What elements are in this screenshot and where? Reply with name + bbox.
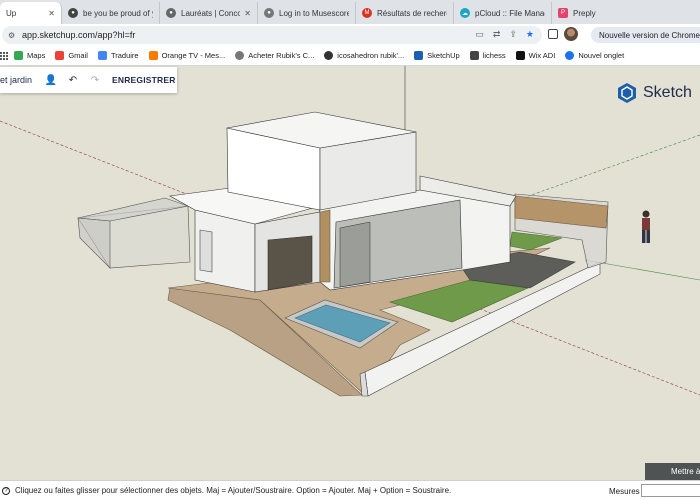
bookmark-label: Maps: [27, 51, 46, 60]
url-field[interactable]: ⚙ app.sketchup.com/app?hl=fr ▭ ⇄ ⇪ ★: [2, 26, 542, 44]
user-add-icon[interactable]: 👤: [40, 75, 62, 86]
share-icon[interactable]: ⇪: [509, 29, 517, 40]
pcloud-icon: ☁: [460, 8, 470, 18]
url-text: app.sketchup.com/app?hl=fr: [22, 30, 136, 40]
site-icon: ●: [166, 8, 176, 18]
bookmark-label: Wix ADI: [528, 51, 556, 60]
tab-be-you[interactable]: ● be you be proud of y: [62, 2, 160, 24]
model-title[interactable]: et jardin: [0, 75, 40, 85]
address-bar: ⚙ app.sketchup.com/app?hl=fr ▭ ⇄ ⇪ ★ Nou…: [0, 24, 700, 46]
help-icon[interactable]: ?: [2, 486, 10, 495]
bookmark-label: lichess: [482, 51, 506, 60]
undo-icon[interactable]: ↶: [62, 75, 84, 86]
translate-icon: [97, 51, 107, 60]
bookmark-label: Gmail: [68, 51, 88, 60]
bookmark-label: Nouvel onglet: [578, 51, 625, 60]
bookmark-traduire[interactable]: Traduire: [97, 51, 139, 60]
bookmark-lichess[interactable]: lichess: [469, 51, 506, 60]
bookmark-label: icosahedron rubik'...: [337, 51, 405, 60]
tab-laureats[interactable]: ● Lauréats | Concours ✕: [160, 2, 258, 24]
logo-text: Sketch: [643, 84, 692, 101]
tab-label: pCloud :: File Manag: [475, 8, 545, 18]
house-upper-floor[interactable]: [226, 111, 417, 211]
bookmark-sketchup[interactable]: SketchUp: [414, 51, 460, 60]
measures-input[interactable]: [641, 484, 700, 497]
maps-icon: [14, 51, 23, 60]
bookmark-label: Orange TV - Mes...: [161, 51, 226, 60]
tab-label: Up: [6, 8, 17, 18]
tab-label: be you be proud of y: [83, 8, 153, 18]
gmail-icon: [55, 51, 65, 60]
tab-label: Lauréats | Concours: [181, 8, 240, 18]
model-canvas[interactable]: [0, 66, 700, 480]
sketchup-logo-icon: [618, 83, 636, 103]
musescore-icon: ●: [264, 8, 274, 18]
bookmark-label: Acheter Rubik's C...: [248, 51, 315, 60]
bookmark-gmail[interactable]: Gmail: [55, 51, 88, 60]
star-icon[interactable]: ★: [526, 29, 534, 40]
measures-label: Mesures: [609, 487, 640, 496]
orange-icon: [148, 51, 158, 60]
tab-preply[interactable]: P Preply: [552, 2, 650, 24]
bookmark-maps[interactable]: Maps: [14, 51, 45, 60]
lichess-icon: [469, 51, 479, 60]
globe-icon: [565, 51, 575, 60]
bookmark-wix[interactable]: Wix ADI: [515, 51, 556, 60]
sketchup-toolbar: et jardin 👤 ↶ ↷ ENREGISTRER: [0, 67, 177, 93]
tab-label: Preply: [573, 8, 596, 18]
tab-label: Résultats de recherc: [377, 8, 447, 18]
apps-icon[interactable]: [0, 51, 8, 60]
tab-pcloud[interactable]: ☁ pCloud :: File Manag: [454, 2, 552, 24]
update-button[interactable]: Mettre à: [645, 463, 700, 480]
sketchup-icon: [414, 51, 424, 60]
tab-strip: Up ✕ ● be you be proud of y ● Lauréats |…: [0, 0, 700, 24]
bookmark-label: SketchUp: [427, 51, 460, 60]
bookmark-rubik[interactable]: Acheter Rubik's C...: [235, 51, 314, 60]
bookmark-label: Traduire: [110, 51, 139, 60]
gmail-icon: M: [362, 8, 372, 18]
tab-label: Log in to Musescore: [279, 8, 349, 18]
model-viewport[interactable]: [0, 66, 700, 480]
github-icon: ●: [68, 8, 78, 18]
save-button[interactable]: ENREGISTRER: [112, 75, 176, 85]
site-info-icon[interactable]: ⚙: [8, 31, 17, 40]
tab-sketchup[interactable]: Up ✕: [0, 2, 62, 24]
garage-volume[interactable]: [77, 197, 191, 269]
globe-icon: [235, 51, 245, 60]
redo-icon[interactable]: ↷: [84, 75, 106, 86]
scale-figure[interactable]: [642, 210, 650, 244]
sidebar-icon[interactable]: [548, 29, 558, 39]
cast-icon[interactable]: ▭: [475, 29, 484, 40]
bookmark-icosahedron[interactable]: icosahedron rubik'...: [324, 51, 404, 60]
bookmark-new-tab[interactable]: Nouvel onglet: [565, 51, 624, 60]
status-bar: ? Cliquez ou faites glisser pour sélecti…: [0, 480, 700, 500]
chrome-update-button[interactable]: Nouvelle version de Chrome dis: [591, 27, 700, 43]
globe-icon: [324, 51, 334, 60]
translate-icon[interactable]: ⇄: [493, 29, 501, 40]
avatar[interactable]: [564, 27, 578, 41]
wix-icon: [515, 51, 525, 60]
sketchup-logo: Sketch: [617, 82, 692, 104]
tab-musescore[interactable]: ● Log in to Musescore: [258, 2, 356, 24]
bookmarks-bar: Maps Gmail Traduire Orange TV - Mes... A…: [0, 46, 700, 66]
close-icon[interactable]: ✕: [48, 9, 55, 18]
status-hint: Cliquez ou faites glisser pour sélection…: [15, 486, 452, 495]
preply-icon: P: [558, 8, 568, 18]
close-icon[interactable]: ✕: [244, 9, 251, 18]
tab-gmail-search[interactable]: M Résultats de recherc: [356, 2, 454, 24]
bookmark-orange-tv[interactable]: Orange TV - Mes...: [148, 51, 226, 60]
